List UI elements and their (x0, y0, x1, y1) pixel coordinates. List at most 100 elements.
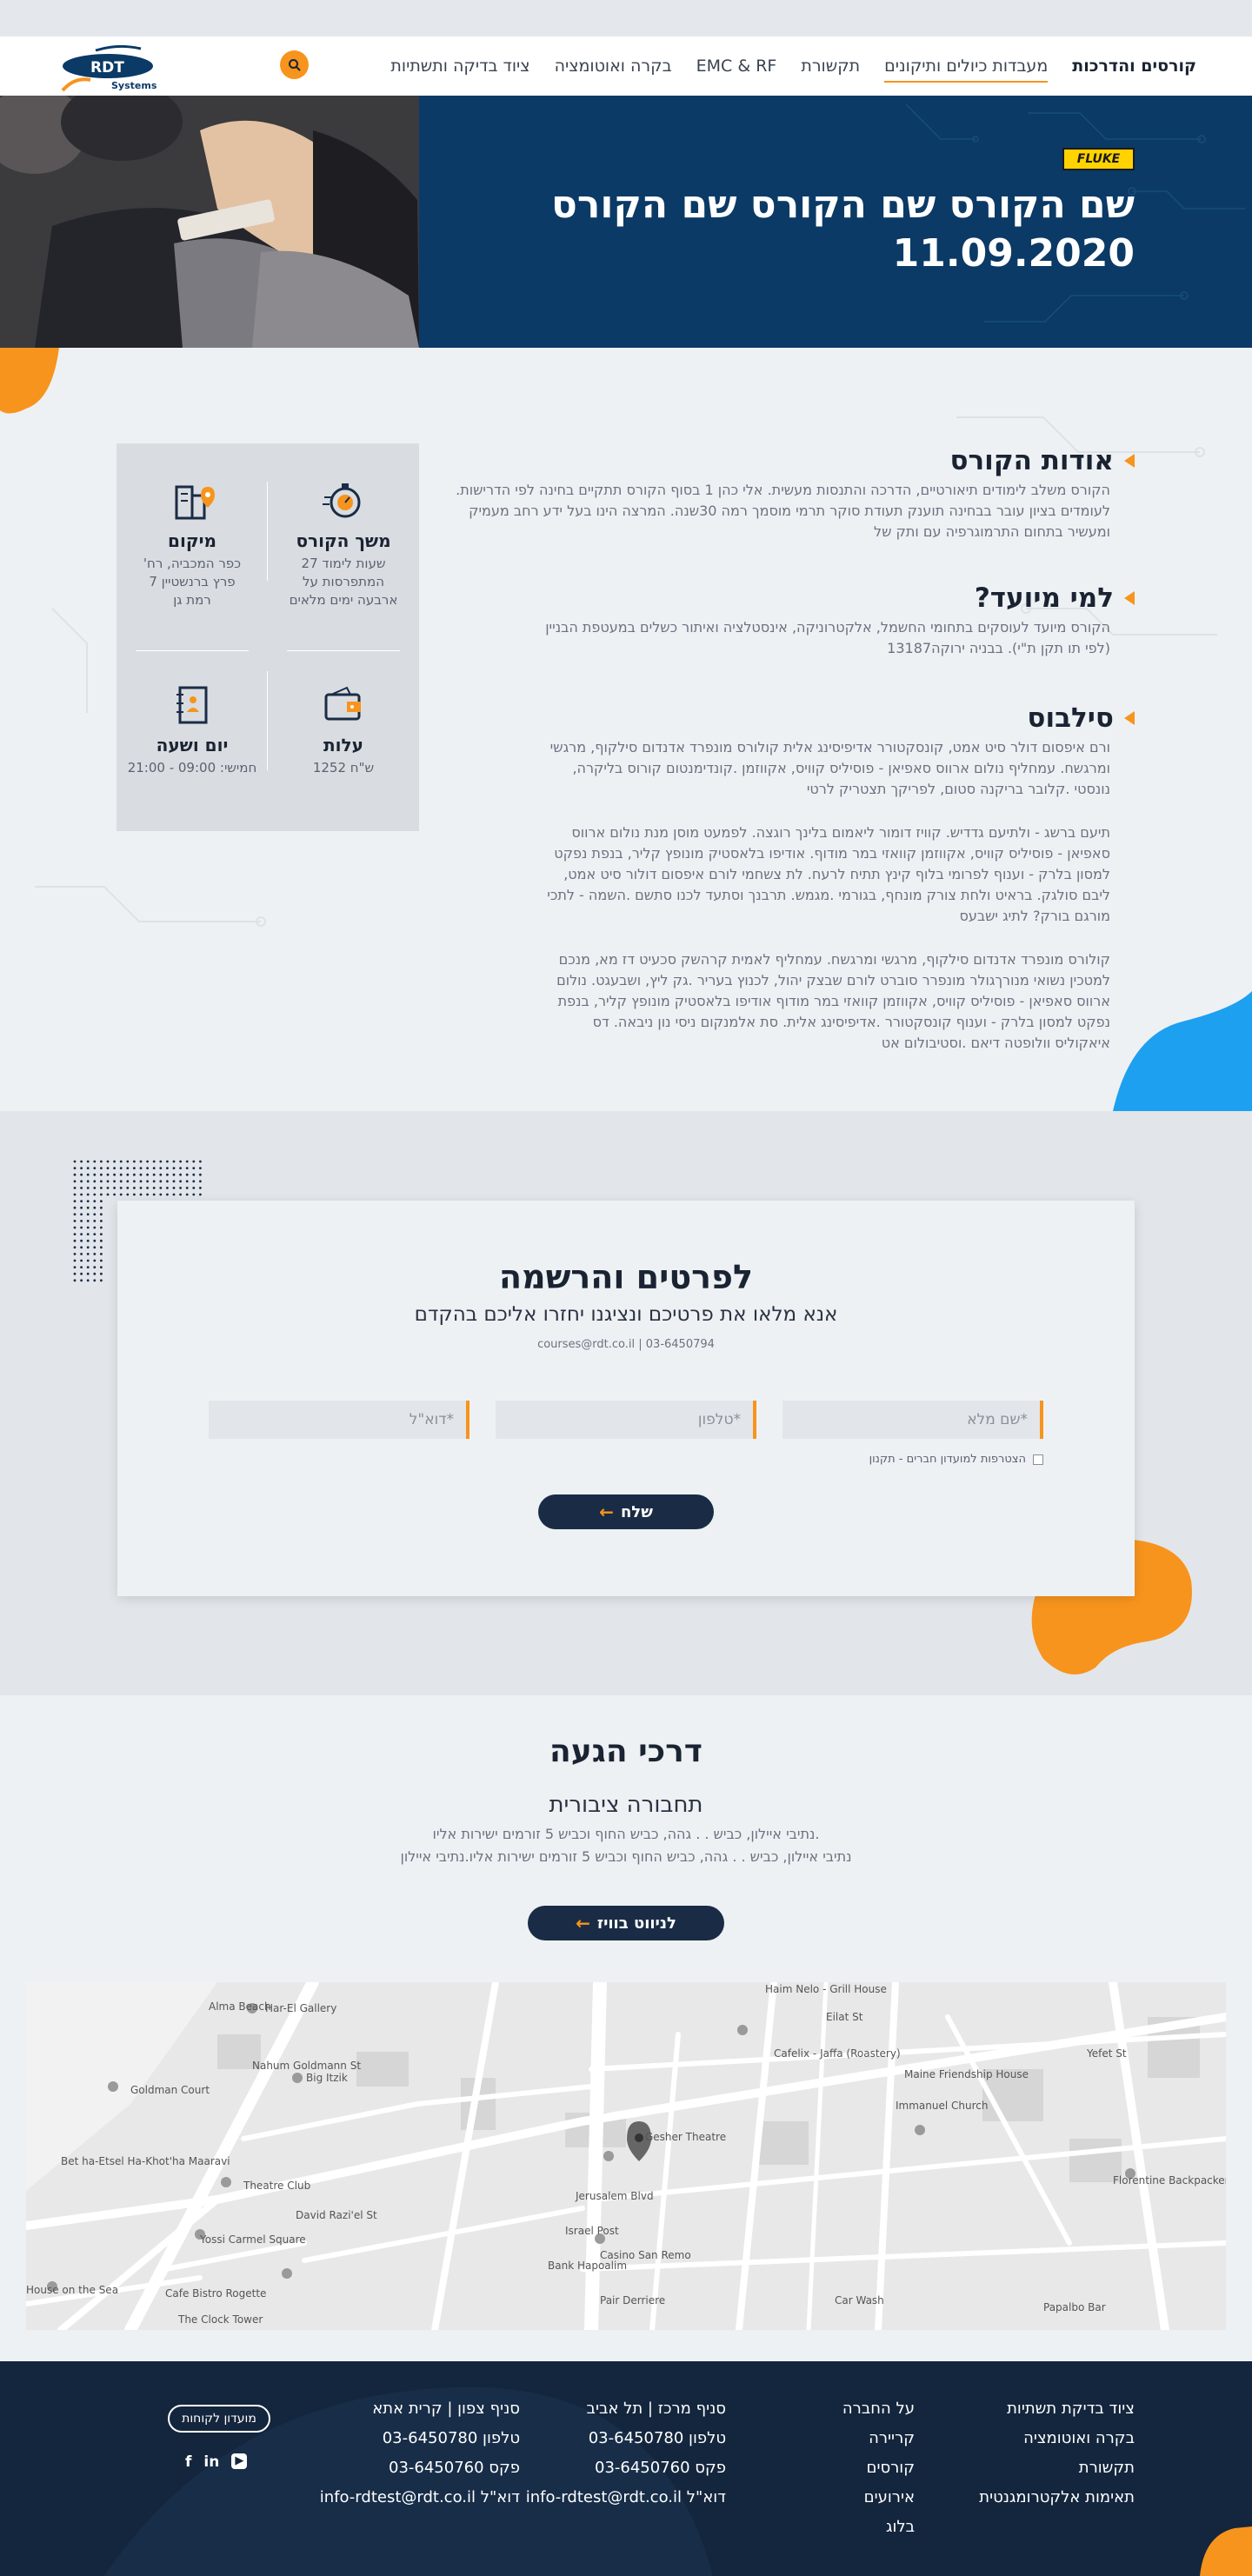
directions-section: דרכי הגעה תחבורה ציבורית .נתיבי איילון, … (0, 1695, 1252, 1982)
footer-link[interactable]: תאימות אלקטרומגנטית (979, 2483, 1135, 2513)
about-section: אודות הקורס הקורס משלב לימודים תיאורטיים… (422, 445, 1135, 542)
about-heading: אודות הקורס (422, 445, 1135, 476)
nav-active-underline (884, 81, 1049, 83)
map-label: Haim Nelo - Grill House (765, 1983, 887, 1995)
notebook-user-icon (170, 682, 215, 728)
form-subtitle: אנא מלאו את פרטיכם ונציגנו יחזרו אליכם ב… (414, 1303, 838, 1326)
footer-link[interactable]: תקשורת (979, 2453, 1135, 2483)
footer-text: פקס 03-6450760 (389, 2459, 520, 2477)
stopwatch-icon (321, 478, 366, 523)
footer-link[interactable]: אירועים (842, 2483, 915, 2513)
footer-text[interactable]: דוא"ל info-rdtest@rdt.co.il (526, 2483, 726, 2513)
map-label: Florentine Backpackers Hos (1113, 2174, 1226, 2187)
location-map[interactable]: Alma Beach Har-El Gallery Haim Nelo - Gril… (26, 1982, 1226, 2330)
submit-label: שלח (620, 1502, 653, 1521)
search-icon (288, 58, 301, 71)
info-cost-text: ש"ח 1252 (312, 760, 375, 775)
syllabus-heading: סילבוס (422, 702, 1135, 734)
map-label: David Razi'el St (296, 2209, 377, 2221)
footer-link[interactable]: קורסים (842, 2453, 916, 2483)
club-checkbox-label[interactable]: הצטרפות למועדון חברים - תקנון (869, 1453, 1026, 1466)
hero-banner: FLUKE שם הקורס שם הקורס שם הקורס 11.09.2… (0, 96, 1252, 348)
footer-text: טלפון 03-6450780 (382, 2429, 520, 2447)
logo-text: RDT (90, 59, 124, 77)
audience-heading: למי מיועד? (422, 582, 1135, 614)
nav-item-communication[interactable]: תקשורת (801, 57, 860, 76)
footer-text: סניף צפון | קרית אתא (372, 2400, 520, 2418)
map-canvas[interactable]: Alma BeachHar-El Gallery Haim Nelo - Gril… (26, 1982, 1226, 2330)
directions-title: דרכי הגעה (549, 1734, 703, 1769)
submit-button[interactable]: שלח ← (538, 1494, 714, 1529)
map-label: Eilat St (826, 2011, 863, 2023)
footer-col-services: ציוד בדיקת תשתיות בקרה ואוטומציה תקשורת … (979, 2394, 1135, 2513)
top-strip (0, 0, 1252, 37)
registration-section: לפרטים והרשמה אנא מלאו את פרטיכם ונציגנו… (0, 1111, 1252, 1695)
footer-link[interactable]: ציוד בדיקת תשתיות (979, 2394, 1135, 2424)
nav-item-calibration-labs[interactable]: מעבדות כיולים ותיקונים (884, 57, 1049, 83)
map-label: The Clock Tower (177, 2313, 263, 2326)
map-label: Papalbo Bar (1043, 2301, 1106, 2313)
map-label: Har-El Gallery (265, 2002, 336, 2014)
club-checkbox[interactable] (1033, 1454, 1043, 1465)
syllabus-section: סילבוס ורם איפסום דולר סיט אמט, קונסקטור… (422, 702, 1135, 1054)
footer-link[interactable]: קריירה (842, 2424, 915, 2453)
nav-item-courses[interactable]: קורסים והדרכות (1072, 57, 1196, 76)
map-label: Big Itzik (306, 2072, 348, 2084)
map-label: Goldman Court (130, 2084, 210, 2096)
club-checkbox-row: הצטרפות למועדון חברים - תקנון (869, 1453, 1043, 1466)
arrow-left-icon: ← (576, 1913, 590, 1934)
map-label: Jerusalem Blvd (575, 2190, 654, 2202)
nav-item-test-equipment[interactable]: ציוד בדיקה ותשתיות (390, 57, 529, 76)
info-duration-text: שעות לימוד 27 המתפרסות על ארבעה ימים מלא… (289, 556, 398, 608)
rdt-logo[interactable]: RDT Systems (57, 44, 162, 96)
map-label: Theatre Club (243, 2180, 310, 2192)
footer-col-tlv-branch: סניף מרכז | תל אביב טלפון 03-6450780 פקס… (526, 2394, 726, 2513)
course-details-section: משך הקורס שעות לימוד 27 המתפרסות על ארבע… (0, 348, 1252, 1111)
audience-section: למי מיועד? הקורס מיועד לעוסקים בתחומי הח… (422, 582, 1135, 659)
footer-text: סניף מרכז | תל אביב (586, 2400, 726, 2418)
form-title: לפרטים והרשמה (499, 1258, 753, 1296)
email-field[interactable]: *דוא"ל (209, 1401, 470, 1439)
waze-label: לניווט בוויז (596, 1914, 676, 1933)
syllabus-title: סילבוס (1027, 702, 1114, 734)
logo-sub: Systems (111, 80, 157, 91)
syllabus-p3: קולורס מונפרד אדנדום סילקוף, מרגשי ומרגש… (556, 951, 1110, 1051)
info-schedule-text: חמישי: 09:00 - 21:00 (127, 760, 257, 775)
map-label: Bet ha-Etsel Ha-Khot'ha Maaravi (61, 2155, 230, 2167)
social-links: f in ▶ (185, 2453, 248, 2471)
full-name-field[interactable]: *שם מלא (782, 1401, 1043, 1439)
arrow-icon (1124, 711, 1135, 725)
syllabus-p1: ורם איפסום דולר סיט אמט, קונסקטורר אדיפי… (549, 739, 1110, 797)
facebook-icon[interactable]: f (185, 2453, 191, 2471)
nav-item-control-automation[interactable]: בקרה ואוטומציה (555, 57, 672, 76)
footer-text[interactable]: דוא"ל info-rdtest@rdt.co.il (320, 2483, 520, 2513)
info-cost: עלות ש"ח 1252 (268, 682, 419, 777)
nav-item-emc-rf[interactable]: EMC & RF (696, 57, 777, 76)
phone-field[interactable]: *טלפון (496, 1401, 756, 1439)
waze-button[interactable]: לניווט בוויז ← (528, 1906, 724, 1940)
map-label: Immanuel Church (896, 2100, 988, 2112)
nav-item-calibration-labs-label: מעבדות כיולים ותיקונים (884, 57, 1049, 76)
footer-link[interactable]: בלוג (842, 2513, 915, 2542)
directions-line-1: .נתיבי איילון, כביש . . גהה, כביש החוף ו… (432, 1826, 820, 1842)
info-location-text: כפר המכביה, רח' פרץ ברנשטיין 7 רמת גן (143, 556, 242, 608)
wallet-icon (321, 682, 366, 728)
map-label: Cafelix - Jaffa (Roastery) (774, 2047, 901, 2060)
info-schedule: יום ושעה חמישי: 09:00 - 21:00 (117, 682, 268, 777)
map-label: Maine Friendship House (904, 2068, 1029, 2080)
footer-link[interactable]: בקרה ואוטומציה (979, 2424, 1135, 2453)
about-text: הקורס משלב לימודים תיאורטיים, הדרכה והתנ… (456, 482, 1110, 540)
info-duration-title: משך הקורס (296, 530, 391, 551)
arrow-icon (1124, 591, 1135, 605)
footer-link[interactable]: על החברה (842, 2394, 915, 2424)
footer-text: טלפון 03-6450780 (588, 2429, 726, 2447)
linkedin-icon[interactable]: in (203, 2453, 219, 2471)
youtube-icon[interactable]: ▶ (231, 2453, 248, 2469)
arrow-left-icon: ← (599, 1501, 614, 1522)
info-location-title: מיקום (168, 530, 216, 551)
info-location: מיקום כפר המכביה, רח' פרץ ברנשטיין 7 רמת… (117, 478, 268, 609)
search-button[interactable] (280, 50, 309, 79)
course-title: שם הקורס שם הקורס שם הקורס 11.09.2020 (509, 181, 1135, 278)
course-date: 11.09.2020 (892, 231, 1135, 276)
customer-club-button[interactable]: מועדון לקוחות (168, 2405, 270, 2433)
